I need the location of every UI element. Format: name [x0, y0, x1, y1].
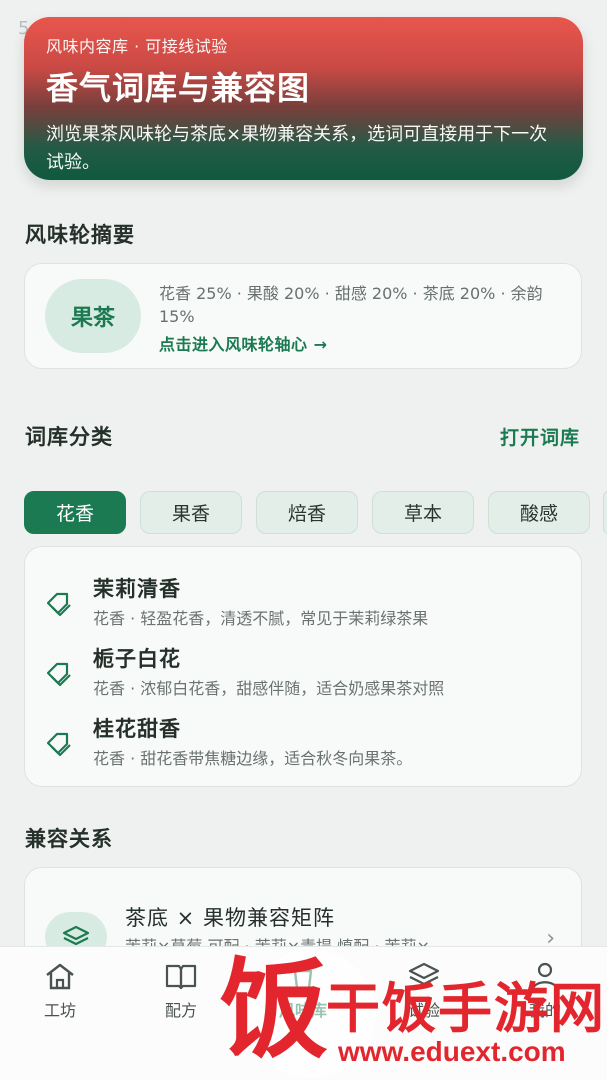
chip-herbal[interactable]: 草本: [372, 491, 474, 534]
compatibility-card-title: 茶底 × 果物兼容矩阵: [125, 906, 335, 930]
tab-workshop[interactable]: 工坊: [10, 961, 110, 1031]
chip-acidic[interactable]: 酸感: [488, 491, 590, 534]
home-icon: [46, 963, 74, 990]
tab-label: 风味库: [278, 1001, 327, 1020]
bottom-tab-bar: 工坊 配方 风味库 试验 我的: [0, 946, 607, 1080]
flavor-wheel-section-title: 风味轮摘要: [25, 223, 135, 247]
chip-roasted[interactable]: 焙香: [256, 491, 358, 534]
lexicon-section-title: 词库分类: [25, 425, 113, 449]
tag-icon: [46, 732, 71, 757]
tab-flavor-library[interactable]: 风味库: [253, 961, 353, 1031]
chip-fruity[interactable]: 果香: [140, 491, 242, 534]
hero-banner: 风味内容库 · 可接线试验 香气词库与兼容图 浏览果茶风味轮与茶底×果物兼容关系…: [24, 17, 583, 180]
tab-label: 我的: [528, 1001, 561, 1020]
open-lexicon-link[interactable]: 打开词库: [500, 423, 580, 450]
hero-title: 香气词库与兼容图: [46, 69, 311, 107]
lexicon-item-description: 花香 · 轻盈花香，清透不腻，常见于茉莉绿茶果: [93, 609, 429, 628]
cup-icon: [293, 963, 313, 990]
flavor-wheel-summary: 花香 25% · 果酸 20% · 甜感 20% · 茶底 20% · 余韵 1…: [159, 284, 543, 326]
tab-label: 配方: [164, 1001, 197, 1020]
flavor-wheel-badge: 果茶: [45, 279, 141, 353]
lexicon-item-description: 花香 · 甜花香带焦糖边缘，适合秋冬向果茶。: [93, 749, 413, 768]
flavor-wheel-card[interactable]: 果茶 花香 25% · 果酸 20% · 甜感 20% · 茶底 20% · 余…: [24, 263, 582, 369]
lexicon-item-name: 茉莉清香: [93, 577, 181, 601]
lexicon-item-name: 栀子白花: [93, 647, 181, 671]
layers-icon: [408, 962, 440, 986]
tab-label: 工坊: [43, 1001, 76, 1020]
tag-icon: [46, 662, 71, 687]
tab-label: 试验: [407, 1001, 440, 1020]
hero-description: 浏览果茶风味轮与茶底×果物兼容关系，选词可直接用于下一次试验。: [46, 124, 548, 173]
lexicon-item[interactable]: 栀子白花 花香 · 浓郁白花香，甜感伴随，适合奶感果茶对照: [45, 643, 565, 703]
hero-eyebrow: 风味内容库 · 可接线试验: [46, 37, 228, 56]
chip-floral[interactable]: 花香: [24, 491, 126, 534]
chip-overflow[interactable]: [603, 491, 607, 534]
tab-trials[interactable]: 试验: [374, 961, 474, 1031]
lexicon-item-name: 桂花甜香: [93, 717, 181, 741]
compatibility-section-title: 兼容关系: [25, 827, 113, 851]
lexicon-item[interactable]: 桂花甜香 花香 · 甜花香带焦糖边缘，适合秋冬向果茶。: [45, 713, 565, 773]
book-icon: [165, 964, 197, 990]
lexicon-item-description: 花香 · 浓郁白花香，甜感伴随，适合奶感果茶对照: [93, 679, 445, 698]
lexicon-list-card: 茉莉清香 花香 · 轻盈花香，清透不腻，常见于茉莉绿茶果 栀子白花 花香 · 浓…: [24, 546, 582, 787]
tab-profile[interactable]: 我的: [495, 961, 595, 1031]
tag-icon: [46, 592, 71, 617]
lexicon-item[interactable]: 茉莉清香 花香 · 轻盈花香，清透不腻，常见于茉莉绿茶果: [45, 573, 565, 633]
flavor-wheel-link[interactable]: 点击进入风味轮轴心 →: [159, 331, 327, 355]
person-icon: [531, 962, 559, 990]
tab-recipes[interactable]: 配方: [131, 961, 231, 1031]
